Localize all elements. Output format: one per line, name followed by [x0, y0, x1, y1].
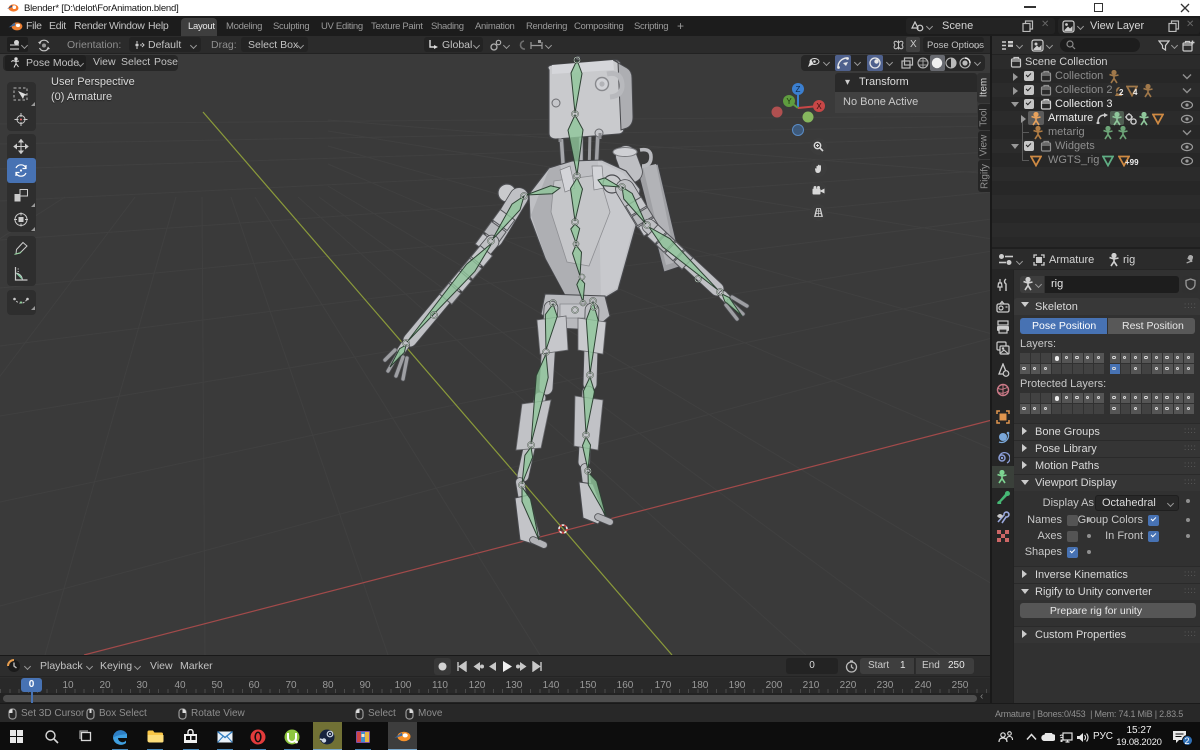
svg-text:X: X	[816, 102, 822, 111]
svg-text:Y: Y	[786, 97, 792, 106]
svg-text:Z: Z	[796, 85, 801, 94]
